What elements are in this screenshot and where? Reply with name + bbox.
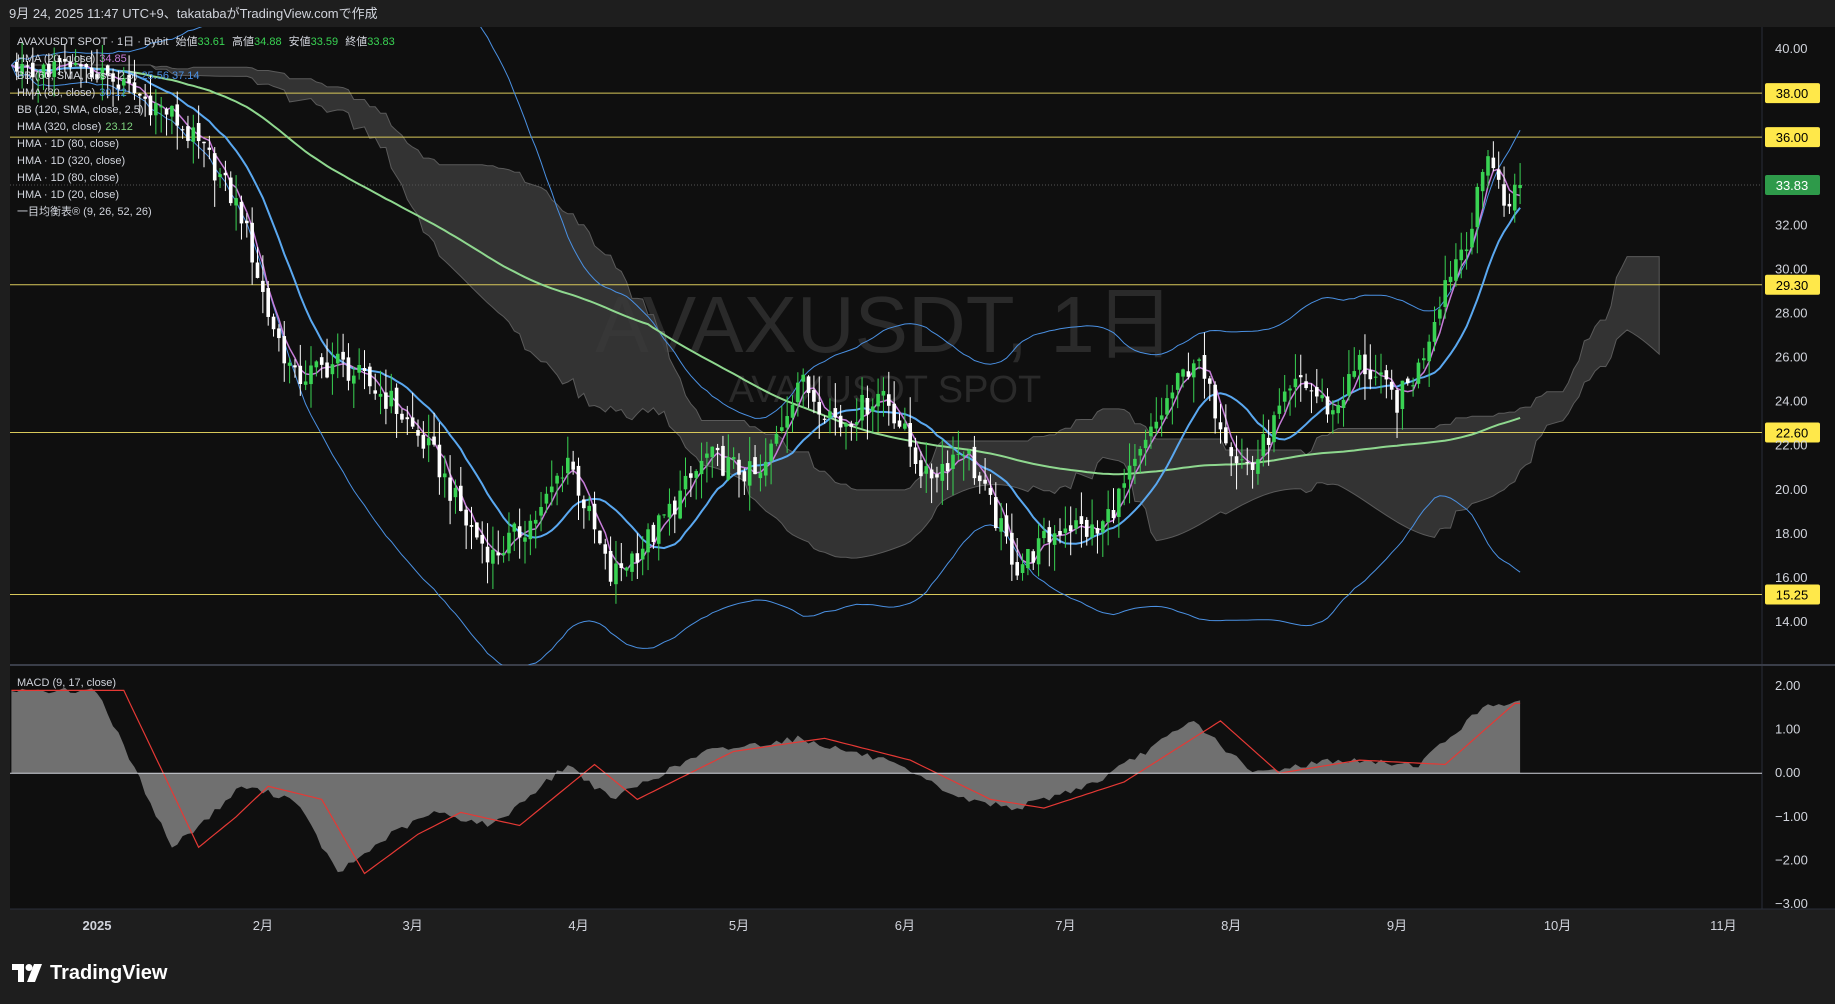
time-axis-label: 2025 (83, 918, 112, 933)
watermark-sub: AVAXUSDT SPOT (729, 369, 1042, 411)
tradingview-brand-text: TradingView (50, 961, 168, 984)
macd-tick-label: 1.00 (1775, 722, 1800, 737)
price-tick-label: 22.00 (1775, 438, 1808, 453)
price-tick-label: 32.00 (1775, 217, 1808, 232)
level-price-label: 36.00 (1776, 130, 1809, 145)
legend-indicator-row[interactable]: HMA · 1D (20, close) (17, 189, 119, 201)
candle[interactable] (598, 530, 602, 545)
macd-tick-label: 2.00 (1775, 678, 1800, 693)
time-axis-label: 7月 (1055, 918, 1075, 933)
legend-symbol: AVAXUSDT SPOT · 1日 · Bybit (17, 36, 168, 48)
candle[interactable] (475, 522, 479, 540)
time-axis-label: 8月 (1221, 918, 1241, 933)
legend-indicator-row[interactable]: HMA · 1D (320, close) (17, 155, 125, 167)
legend-symbol-line[interactable]: AVAXUSDT SPOT · 1日 · Bybit 始値33.61 高値34.… (17, 34, 395, 48)
legend-indicator-row[interactable]: HMA · 1D (80, close) (17, 138, 119, 150)
price-tick-label: 14.00 (1775, 614, 1808, 629)
time-axis-label: 11月 (1710, 918, 1737, 933)
tradingview-logo-icon (12, 964, 42, 982)
legend-indicator-row[interactable]: HMA (320, close) 23.12 (17, 121, 133, 133)
legend-indicator-row[interactable]: 一目均衡表® (9, 26, 52, 26) (17, 204, 152, 218)
time-axis-label: 2月 (253, 918, 273, 933)
price-tick-label: 28.00 (1775, 305, 1808, 320)
macd-tick-label: −2.00 (1775, 852, 1808, 867)
level-price-label: 15.25 (1776, 587, 1809, 602)
legend-indicator-row[interactable]: HMA · 1D (80, close) (17, 172, 119, 184)
price-tick-label: 30.00 (1775, 261, 1808, 276)
time-axis-label: 3月 (403, 918, 423, 933)
watermark-main: AVAXUSDT, 1日 (595, 280, 1174, 369)
level-price-label: 38.00 (1776, 86, 1809, 101)
level-price-label: 29.30 (1776, 278, 1809, 293)
legend-indicator-row[interactable]: HMA (80, close) 30.12 (17, 87, 127, 99)
time-axis-label: 9月 (1387, 918, 1407, 933)
price-tick-label: 20.00 (1775, 482, 1808, 497)
macd-title[interactable]: MACD (9, 17, close) (17, 677, 116, 689)
macd-tick-label: 0.00 (1775, 765, 1800, 780)
tradingview-logo[interactable]: TradingView (12, 962, 167, 984)
time-axis-label: 6月 (895, 918, 915, 933)
macd-tick-label: −1.00 (1775, 809, 1808, 824)
time-axis-label: 5月 (729, 918, 749, 933)
legend-indicator-row[interactable]: BB (120, SMA, close, 2.5) (17, 104, 144, 116)
legend-indicator-row[interactable]: HMA (20, close) 34.85 (17, 53, 127, 65)
time-axis-label: 10月 (1544, 918, 1571, 933)
price-tick-label: 24.00 (1775, 394, 1808, 409)
price-tick-label: 40.00 (1775, 41, 1808, 56)
last-price-label: 33.83 (1776, 178, 1809, 193)
macd-tick-label: −3.00 (1775, 896, 1808, 911)
chart-canvas[interactable]: AVAXUSDT, 1日 AVAXUSDT SPOT 38.00 36.00 29.… (0, 0, 1835, 1004)
legend-indicator-row[interactable]: BB (60, SMA, close, 2.5) 25.56 37.14 (17, 70, 200, 82)
price-tick-label: 16.00 (1775, 570, 1808, 585)
price-tick-label: 18.00 (1775, 526, 1808, 541)
time-axis-label: 4月 (568, 918, 588, 933)
price-tick-label: 26.00 (1775, 350, 1808, 365)
